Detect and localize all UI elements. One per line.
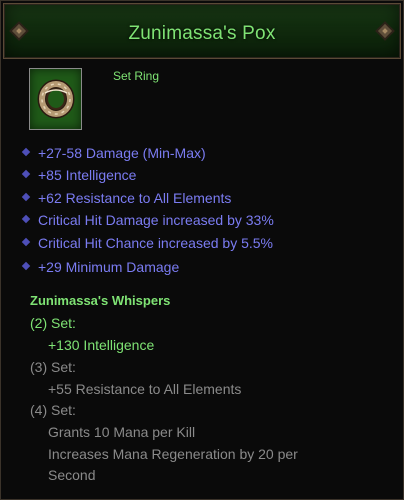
- ring-icon: [37, 79, 75, 119]
- item-icon-frame: [29, 68, 82, 130]
- set-bonus-text: Grants 10 Mana per Kill: [48, 424, 196, 440]
- set-bonus-text: +55 Resistance to All Elements: [48, 380, 242, 397]
- set-bonus-text: Increases Mana Regeneration by 20 per: [48, 445, 298, 462]
- affix-bullet-icon: [21, 169, 31, 179]
- affix-bullet-icon: [21, 214, 31, 224]
- affix-bullet-icon: [21, 237, 31, 247]
- affix-text: +27-58 Damage (Min-Max): [38, 145, 206, 161]
- affix-bullet-icon: [21, 261, 31, 271]
- set-bonus-text: +130 Intelligence: [48, 337, 155, 353]
- set-tier-label: (2) Set:: [30, 315, 76, 331]
- affix-text: +62 Resistance to All Elements: [38, 190, 232, 206]
- tooltip-header: Zunimassa's Pox: [3, 3, 401, 59]
- affix-text: Critical Hit Chance increased by 5.5%: [38, 235, 273, 251]
- affix-text: +29 Minimum Damage: [38, 259, 180, 275]
- item-name: Zunimassa's Pox: [128, 23, 276, 44]
- affix-text: +85 Intelligence: [38, 167, 137, 183]
- affix-text: Critical Hit Damage increased by 33%: [38, 212, 274, 228]
- item-type: Set Ring: [113, 69, 160, 83]
- affix-bullet-icon: [21, 147, 31, 157]
- affix-bullet-icon: [21, 192, 31, 202]
- set-bonus-text: Second: [48, 467, 96, 483]
- item-tooltip: Zunimassa's Pox Set Ring +27-58 Damage (…: [0, 0, 404, 500]
- set-tier-label: (4) Set:: [30, 402, 76, 418]
- set-tier-label: (3) Set:: [30, 358, 76, 375]
- set-name: Zunimassa's Whispers: [30, 293, 171, 308]
